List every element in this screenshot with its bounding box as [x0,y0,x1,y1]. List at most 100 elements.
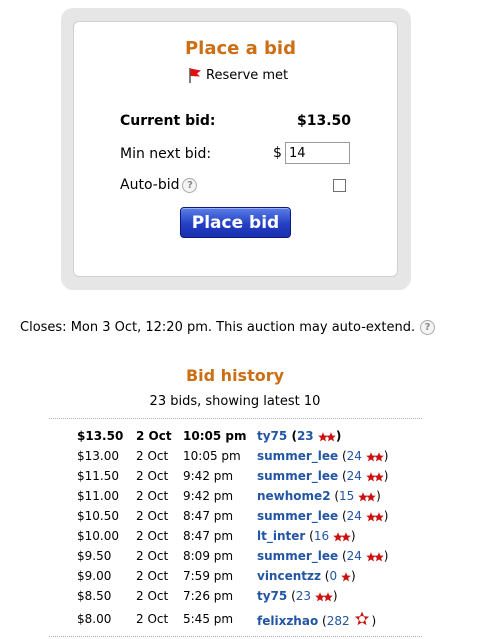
bid-history-title: Bid history [185,366,285,385]
bidder-cell: newhome2 (15 ) [257,489,381,503]
bidder-link[interactable]: ty75 [257,589,287,603]
bid-history-row: $8.00 2 Oct 5:45 pm felixzhao (282 ) [77,606,388,632]
bid-history-row: $8.50 2 Oct 7:26 pm ty75 (23 ) [77,586,388,606]
bidder-link[interactable]: summer_lee [257,449,338,463]
bid-amount-input[interactable] [285,142,350,164]
bidder-link[interactable]: ty75 [257,429,287,443]
bid-panel-title: Place a bid [184,38,296,59]
bidder-cell: ty75 (23 ) [257,429,342,443]
bid-amount: $13.00 [77,449,119,463]
feedback-score[interactable]: 15 [339,489,354,503]
bid-history-row: $9.50 2 Oct 8:09 pm summer_lee (24 ) [77,546,388,566]
two-star-icon [365,452,384,462]
bidder-cell: vincentzz (0 ) [257,569,356,583]
bid-date: 2 Oct [136,509,169,523]
bid-time: 9:42 pm [183,469,234,483]
divider [49,636,422,637]
bid-date: 2 Oct [136,469,169,483]
current-bid-value: $13.50 [296,113,351,129]
two-star-icon [333,532,351,542]
bid-amount: $8.00 [77,612,112,626]
bid-amount: $10.50 [77,509,119,523]
two-star-icon [315,592,333,602]
bid-history-row: $13.50 2 Oct 10:05 pm ty75 (23 ) [77,426,388,446]
red-flag-icon [189,68,201,83]
bidder-link[interactable]: summer_lee [257,509,338,523]
help-icon[interactable]: ? [420,320,436,335]
bidder-link[interactable]: summer_lee [257,469,338,483]
bidder-cell: felixzhao (282 ) [257,606,388,632]
bidder-link[interactable]: lt_inter [257,529,305,543]
feedback-score[interactable]: 24 [347,509,362,523]
min-next-bid-label: Min next bid: [120,146,212,162]
feedback-score[interactable]: 282 [327,614,350,628]
one-star-icon [341,572,351,582]
bid-amount: $9.00 [77,569,112,583]
feedback-score[interactable]: 0 [329,569,337,583]
two-star-icon [318,432,336,442]
auto-bid-checkbox[interactable] [333,179,346,192]
bid-history-row: $9.00 2 Oct 7:59 pm vincentzz (0 ) [77,566,388,586]
closing-info-text: Closes: Mon 3 Oct, 12:20 pm. This auctio… [20,320,416,335]
rosette-icon [355,611,370,625]
bid-history-row: $10.00 2 Oct 8:47 pm lt_inter (16 ) [77,526,388,546]
help-icon[interactable]: ? [182,178,198,193]
bid-amount: $10.00 [77,529,119,543]
two-star-icon [365,512,384,522]
reserve-status: Reserve met [186,66,288,84]
bid-date: 2 Oct [136,589,169,603]
reserve-status-text: Reserve met [206,67,289,83]
currency-symbol: $ [273,145,282,161]
bid-time: 7:26 pm [183,589,234,603]
bidder-cell: summer_lee (24 ) [257,449,389,463]
bidder-link[interactable]: felixzhao [257,614,318,628]
bidder-link[interactable]: vincentzz [257,569,321,583]
current-bid-label: Current bid: [120,113,216,129]
bid-history-row: $11.50 2 Oct 9:42 pm summer_lee (24 ) [77,466,388,486]
place-bid-button[interactable]: Place bid [180,207,291,238]
bid-time: 10:05 pm [183,449,241,463]
bid-date: 2 Oct [136,612,169,626]
bid-amount: $9.50 [77,549,112,563]
feedback-score[interactable]: 23 [297,429,314,443]
bidder-cell: summer_lee (24 ) [257,509,389,523]
bidder-cell: summer_lee (24 ) [257,469,389,483]
bid-date: 2 Oct [136,569,169,583]
bid-time: 8:09 pm [183,549,234,563]
auto-bid-label: Auto-bid [120,177,180,193]
bidder-link[interactable]: summer_lee [257,549,338,563]
bid-date: 2 Oct [136,449,169,463]
bid-amount: $11.00 [77,489,119,503]
divider [49,418,422,419]
two-star-icon [365,552,384,562]
bid-date: 2 Oct [136,429,172,443]
bid-time: 8:47 pm [183,509,234,523]
bid-amount: $11.50 [77,469,119,483]
two-star-icon [365,472,384,482]
feedback-score[interactable]: 16 [314,529,329,543]
bid-time: 5:45 pm [183,612,234,626]
bid-date: 2 Oct [136,489,169,503]
bid-amount: $8.50 [77,589,112,603]
bid-time: 9:42 pm [183,489,234,503]
two-star-icon [358,492,376,502]
bid-history-row: $13.00 2 Oct 10:05 pm summer_lee (24 ) [77,446,388,466]
bidder-cell: ty75 (23 ) [257,589,338,603]
bidder-cell: lt_inter (16 ) [257,529,356,543]
bid-date: 2 Oct [136,529,169,543]
bid-time: 10:05 pm [183,429,247,443]
feedback-score[interactable]: 24 [347,549,362,563]
feedback-score[interactable]: 24 [347,469,362,483]
bid-time: 7:59 pm [183,569,234,583]
feedback-score[interactable]: 24 [347,449,362,463]
bid-history-row: $10.50 2 Oct 8:47 pm summer_lee (24 ) [77,506,388,526]
bid-history-summary: 23 bids, showing latest 10 [149,394,321,409]
feedback-score[interactable]: 23 [296,589,311,603]
bid-time: 8:47 pm [183,529,234,543]
bid-history-table: $13.50 2 Oct 10:05 pm ty75 (23 ) $13.00 2 Oct… [77,426,388,632]
closing-info: Closes: Mon 3 Oct, 12:20 pm. This auctio… [20,320,436,335]
auto-bid-row: Auto-bid? [120,177,198,193]
bidder-cell: summer_lee (24 ) [257,549,389,563]
bid-date: 2 Oct [136,549,169,563]
bidder-link[interactable]: newhome2 [257,489,331,503]
